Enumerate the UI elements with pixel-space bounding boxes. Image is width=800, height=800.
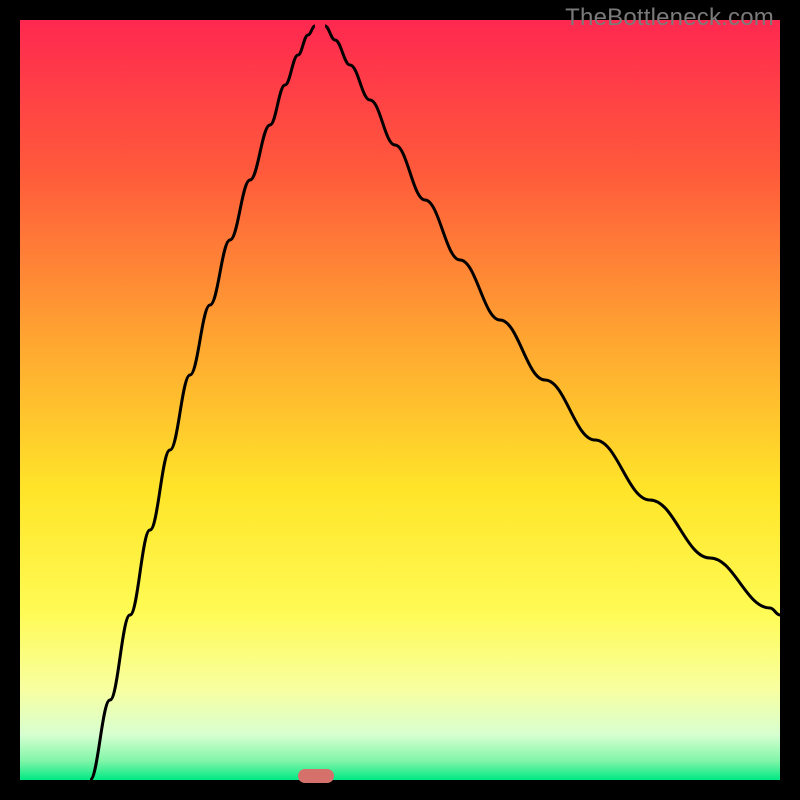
chart-frame — [20, 20, 780, 780]
plot-area — [20, 20, 780, 780]
